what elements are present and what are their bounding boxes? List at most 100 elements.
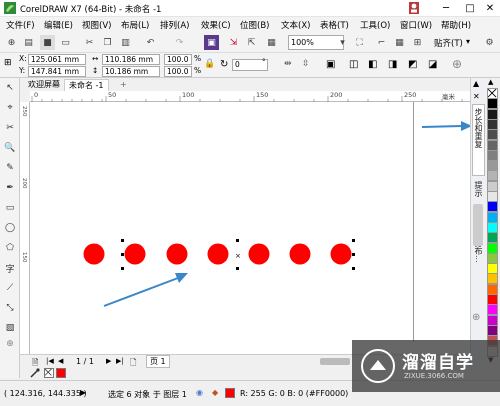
show-rulers-icon[interactable]: ⌐: [374, 35, 389, 50]
snap-guidelines-icon[interactable]: ⊞: [410, 35, 425, 50]
docker-add-icon[interactable]: ⊕: [472, 312, 480, 323]
red-circle-7[interactable]: [330, 243, 352, 265]
previous-page-icon[interactable]: ◀: [58, 357, 63, 365]
docker-tab-step-repeat[interactable]: 步长和重复: [472, 104, 485, 176]
parallel-dimension-icon[interactable]: ⟋: [2, 280, 18, 296]
menu-layout[interactable]: 布局(L): [121, 19, 149, 31]
save-icon[interactable]: ■: [40, 35, 55, 50]
docker-scrollbar-thumb[interactable]: [473, 204, 483, 246]
options-gear-icon[interactable]: ⚙: [482, 35, 497, 50]
scale-width-field[interactable]: 100.0: [164, 54, 192, 65]
menu-window[interactable]: 窗口(W): [400, 19, 432, 31]
x-position-field[interactable]: 125.061 mm: [28, 54, 86, 65]
search-content-icon[interactable]: ▣: [204, 35, 219, 50]
tab-welcome-screen[interactable]: 欢迎屏幕: [24, 79, 64, 91]
first-page-icon[interactable]: |◀: [46, 357, 54, 365]
shape-tool-icon[interactable]: ⌖: [2, 100, 18, 116]
standard-toolbar: ⊕ ▤ ■ ▭ ✂ ❐ ▥ ↶ ↷ ▣ ⇲ ⇱ ▦ 100% ▾ ⛶ ⌐ ▦ ⊞…: [0, 32, 500, 53]
new-document-icon[interactable]: ⊕: [4, 35, 19, 50]
combine-icon[interactable]: ◫: [349, 59, 358, 70]
menu-file[interactable]: 文件(F): [6, 19, 35, 31]
red-circle-2[interactable]: [124, 243, 146, 265]
page-tab-1[interactable]: 页 1: [146, 355, 170, 368]
width-field[interactable]: 110.186 mm: [102, 54, 160, 65]
scale-height-field[interactable]: 100.0: [164, 66, 192, 77]
open-folder-icon[interactable]: ▤: [21, 35, 36, 50]
height-value: 10.186 mm: [105, 67, 149, 76]
play-icon[interactable]: ▶: [80, 388, 86, 397]
vertical-ruler[interactable]: 250 200 150: [20, 102, 30, 354]
horizontal-scrollbar-thumb[interactable]: [320, 358, 350, 365]
pick-tool-icon[interactable]: ↖: [2, 80, 18, 96]
docker-scroll-up-icon[interactable]: ▲: [473, 79, 479, 88]
connector-tool-icon[interactable]: ⤡: [2, 300, 18, 316]
close-button[interactable]: ✕: [476, 0, 500, 17]
mirror-vertical-icon[interactable]: ⇳: [302, 59, 310, 69]
lock-ratio-icon[interactable]: 🔒: [204, 59, 215, 69]
weld-icon[interactable]: ◧: [368, 59, 377, 70]
menu-text[interactable]: 文本(X): [281, 19, 310, 31]
zoom-tool-icon[interactable]: 🔍: [2, 140, 18, 156]
y-position-field[interactable]: 147.841 mm: [28, 66, 86, 77]
fill-color-swatch[interactable]: [225, 388, 235, 398]
add-page-icon[interactable]: 🗋: [130, 357, 136, 371]
add-property-icon[interactable]: ⊕: [452, 57, 462, 71]
undo-icon[interactable]: ↶: [143, 35, 158, 50]
red-circle-1[interactable]: [83, 243, 105, 265]
full-screen-icon[interactable]: ⛶: [352, 35, 367, 50]
drawing-canvas[interactable]: ×: [30, 102, 470, 354]
height-field[interactable]: 10.186 mm: [102, 66, 160, 77]
cut-icon[interactable]: ✂: [82, 35, 97, 50]
import-icon[interactable]: ⇲: [226, 35, 241, 50]
chevron-down-icon[interactable]: ▾: [335, 35, 350, 50]
snap-to-menu[interactable]: 贴齐(T): [434, 37, 463, 49]
trim-icon[interactable]: ◨: [388, 59, 397, 70]
red-circle-5[interactable]: [248, 243, 270, 265]
red-circle-3[interactable]: [166, 243, 188, 265]
menu-tools[interactable]: 工具(O): [360, 19, 390, 31]
polygon-tool-icon[interactable]: ⬠: [2, 240, 18, 256]
palette-scroll-up-icon[interactable]: ▲: [488, 78, 493, 86]
last-page-icon[interactable]: ▶|: [116, 357, 124, 365]
add-tab-button[interactable]: +: [116, 79, 131, 91]
ellipse-tool-icon[interactable]: ◯: [2, 220, 18, 236]
user-icon[interactable]: [408, 1, 420, 15]
drop-shadow-tool-icon[interactable]: ▧: [2, 320, 18, 336]
menu-effects[interactable]: 效果(C): [201, 19, 231, 31]
paste-icon[interactable]: ▥: [118, 35, 133, 50]
red-circle-6[interactable]: [289, 243, 311, 265]
add-tool-icon[interactable]: ⊕: [2, 336, 18, 352]
horizontal-ruler[interactable]: 0 50 100 150 200 250 毫米: [30, 91, 470, 102]
export-icon[interactable]: ⇱: [244, 35, 259, 50]
crop-tool-icon[interactable]: ✂: [2, 120, 18, 136]
show-grid-icon[interactable]: ▦: [392, 35, 407, 50]
rectangle-tool-icon[interactable]: ▭: [2, 200, 18, 216]
text-tool-icon[interactable]: 字: [2, 260, 18, 276]
simplify-icon[interactable]: ◪: [428, 59, 437, 70]
menu-bitmaps[interactable]: 位图(B): [240, 19, 269, 31]
menu-view[interactable]: 视图(V): [82, 19, 111, 31]
tab-document[interactable]: 未命名 -1: [64, 79, 109, 91]
eyedropper-icon[interactable]: [30, 368, 40, 378]
intersect-icon[interactable]: ◩: [408, 59, 417, 70]
color-proof-icon[interactable]: ◉: [196, 388, 203, 397]
menu-arrange[interactable]: 排列(A): [160, 19, 189, 31]
no-fill-swatch[interactable]: [44, 368, 54, 378]
next-page-icon[interactable]: ▶: [106, 357, 111, 365]
docker-close-icon[interactable]: ✕: [473, 92, 480, 101]
red-document-swatch[interactable]: [56, 368, 66, 378]
artistic-media-icon[interactable]: ✒: [2, 180, 18, 196]
freehand-tool-icon[interactable]: ✎: [2, 160, 18, 176]
snap-dropdown-icon[interactable]: ▾: [466, 37, 470, 46]
object-origin-icon[interactable]: ⊞: [4, 58, 12, 68]
redo-icon[interactable]: ↷: [172, 35, 187, 50]
mirror-horizontal-icon[interactable]: ⇹: [284, 59, 292, 69]
copy-icon[interactable]: ❐: [100, 35, 115, 50]
red-circle-4[interactable]: [207, 243, 229, 265]
print-icon[interactable]: ▭: [58, 35, 73, 50]
publish-pdf-icon[interactable]: ▦: [264, 35, 279, 50]
group-icon[interactable]: ▣: [326, 59, 335, 70]
menu-table[interactable]: 表格(T): [320, 19, 349, 31]
menu-edit[interactable]: 编辑(E): [44, 19, 73, 31]
menu-help[interactable]: 帮助(H): [441, 19, 471, 31]
